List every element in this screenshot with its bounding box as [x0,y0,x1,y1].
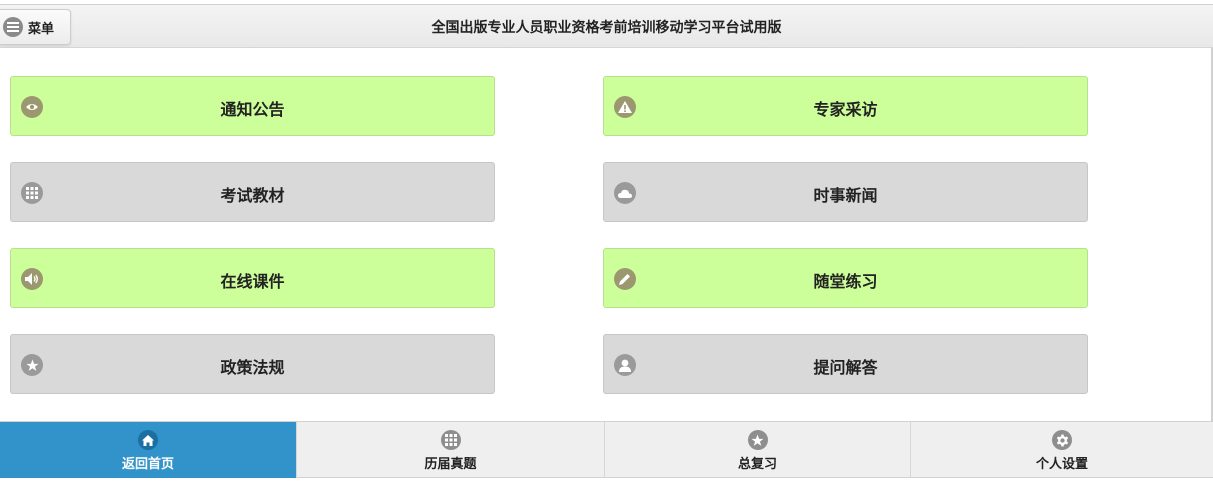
header-toolbar: 菜单 全国出版专业人员职业资格考前培训移动学习平台试用版 [0,4,1213,48]
tile-label: 在线课件 [220,272,285,291]
nav-label: 总复习 [737,457,777,472]
nav-label: 返回首页 [121,457,174,472]
nav-home[interactable]: 返回首页 [0,422,297,478]
tile-practice[interactable]: 随堂练习 [603,248,1088,308]
bottom-edge [0,478,1213,486]
tile-courseware[interactable]: 在线课件 [10,248,495,308]
bottom-navigation: 返回首页 历届真题 总复习 个人设置 [0,421,1213,478]
tile-label: 专家采访 [813,100,878,119]
tile-textbooks[interactable]: 考试教材 [10,162,495,222]
tile-label: 考试教材 [220,186,285,205]
nav-past-exams[interactable]: 历届真题 [297,422,605,478]
tile-label: 通知公告 [220,100,285,119]
tile-label: 政策法规 [220,358,285,377]
tile-interview[interactable]: 专家采访 [603,76,1088,136]
tile-label: 随堂练习 [813,272,878,291]
gear-icon [1052,430,1072,450]
tile-label: 提问解答 [813,358,878,377]
tile-news[interactable]: 时事新闻 [603,162,1088,222]
tile-qa[interactable]: 提问解答 [603,334,1088,394]
tile-label: 时事新闻 [813,186,878,205]
star-icon [747,430,768,450]
home-icon [138,430,158,450]
tile-notice[interactable]: 通知公告 [10,76,495,136]
nav-label: 历届真题 [424,457,477,472]
nav-label: 个人设置 [1035,457,1088,472]
tile-policy[interactable]: 政策法规 [10,334,495,394]
nav-settings[interactable]: 个人设置 [911,422,1213,478]
grid-icon [440,430,461,450]
nav-review[interactable]: 总复习 [605,422,911,478]
page-title: 全国出版专业人员职业资格考前培训移动学习平台试用版 [431,20,782,36]
